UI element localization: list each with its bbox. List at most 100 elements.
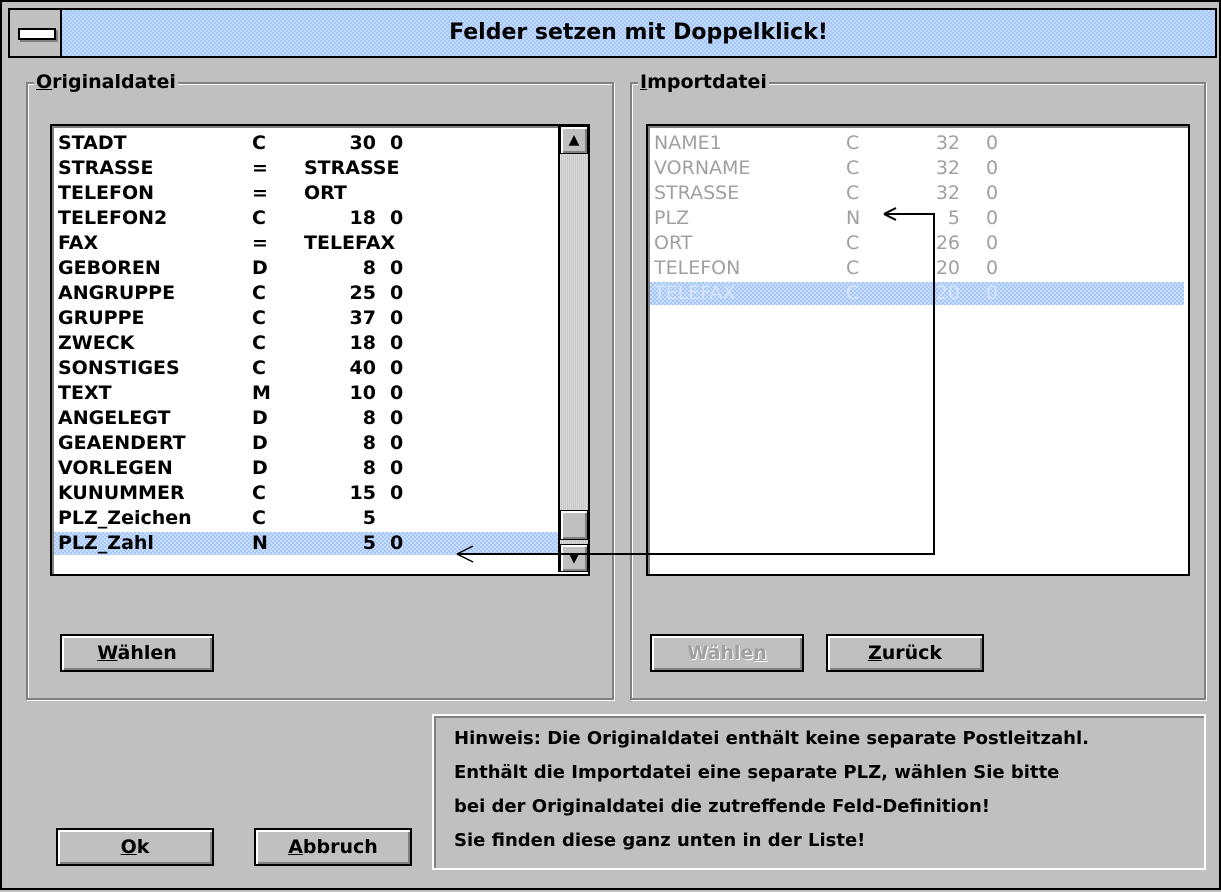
list-item-name: TEXT — [58, 382, 112, 404]
back-button[interactable]: Zurück — [826, 634, 984, 672]
list-item[interactable]: ORT C 26 0 — [650, 232, 1184, 255]
list-item-len: 20 — [935, 282, 960, 304]
list-item-name: TELEFON2 — [58, 207, 168, 229]
list-item-len: 5 — [947, 207, 960, 229]
list-item-name: VORNAME — [654, 157, 751, 179]
cancel-button[interactable]: Abbruch — [254, 828, 412, 866]
list-item-type: C — [846, 232, 860, 254]
left-scrollbar[interactable]: ▲ ▼ — [558, 126, 588, 572]
originaldatei-listbox[interactable]: ▲ ▼ STADT C 30 0 STRASSE = STRASSE TELEFON = ORT T… — [50, 124, 590, 576]
list-item-dec: 0 — [390, 207, 404, 229]
list-item-len: 32 — [935, 157, 960, 179]
right-choose-button[interactable]: Wählen — [650, 634, 804, 672]
title-bar: Felder setzen mit Doppelklick! — [8, 8, 1217, 58]
hint-line: Sie finden diese ganz unten in der Liste… — [454, 830, 866, 851]
list-item-dec: 0 — [390, 132, 404, 154]
hint-line: bei der Originaldatei die zutreffende Fe… — [454, 796, 990, 817]
list-item[interactable]: ZWECK C 18 0 — [54, 332, 558, 355]
list-item-name: ORT — [654, 232, 693, 254]
importdatei-listbox[interactable]: NAME1 C 32 0 VORNAME C 32 0 STRASSE C 32 0 PLZ N 5 0 ORT… — [646, 124, 1190, 576]
list-item[interactable]: PLZ N 5 0 — [650, 207, 1184, 230]
list-item[interactable]: STRASSE C 32 0 — [650, 182, 1184, 205]
list-item-name: PLZ_Zahl — [58, 532, 154, 554]
list-item-len: 8 — [362, 457, 376, 479]
list-item[interactable]: ANGELEGT D 8 0 — [54, 407, 558, 430]
list-item-len: 5 — [362, 507, 376, 529]
list-item-type: C — [252, 207, 266, 229]
list-item-len: 8 — [362, 257, 376, 279]
list-item-type: C — [252, 507, 266, 529]
list-item[interactable]: NAME1 C 32 0 — [650, 132, 1184, 155]
left-choose-button[interactable]: Wählen — [60, 634, 214, 672]
list-item-name: PLZ — [654, 207, 690, 229]
list-item-dec: 0 — [390, 282, 404, 304]
scroll-up-arrow-icon[interactable]: ▲ — [560, 126, 588, 154]
list-item[interactable]: TEXT M 10 0 — [54, 382, 558, 405]
list-item-len: 32 — [935, 132, 960, 154]
list-item-dec: 0 — [390, 307, 404, 329]
list-item[interactable]: GEBOREN D 8 0 — [54, 257, 558, 280]
list-item-name: STRASSE — [654, 182, 740, 204]
list-item[interactable]: STRASSE = STRASSE — [54, 157, 558, 180]
list-item-name: TELEFAX — [654, 282, 736, 304]
importdatei-label: Importdatei — [638, 71, 769, 93]
list-item-name: KUNUMMER — [58, 482, 185, 504]
list-item[interactable]: GEAENDERT D 8 0 — [54, 432, 558, 455]
list-item-len: TELEFAX — [304, 232, 396, 254]
list-item-len: 8 — [362, 407, 376, 429]
list-item[interactable]: SONSTIGES C 40 0 — [54, 357, 558, 380]
list-item-type: C — [252, 357, 266, 379]
list-item-name: TELEFON — [58, 182, 155, 204]
list-item-type: C — [846, 257, 860, 279]
list-item-dec: 0 — [390, 457, 404, 479]
list-item-len: STRASSE — [304, 157, 400, 179]
dialog-window: Felder setzen mit Doppelklick! Originald… — [0, 0, 1221, 890]
list-item-type: C — [846, 282, 860, 304]
list-item-len: 15 — [349, 482, 376, 504]
list-item-dec: 0 — [390, 257, 404, 279]
list-item-name: STADT — [58, 132, 127, 154]
list-item-name: TELEFON — [654, 257, 741, 279]
list-item-dec: 0 — [986, 157, 999, 179]
list-item[interactable]: FAX = TELEFAX — [54, 232, 558, 255]
system-menu-icon[interactable] — [10, 10, 62, 56]
window-title: Felder setzen mit Doppelklick! — [449, 20, 828, 45]
scrollbar-thumb[interactable] — [560, 510, 588, 540]
list-item[interactable]: VORNAME C 32 0 — [650, 157, 1184, 180]
list-item[interactable]: PLZ_Zeichen C 5 — [54, 507, 558, 530]
list-item[interactable]: VORLEGEN D 8 0 — [54, 457, 558, 480]
list-item[interactable]: TELEFAX C 20 0 — [650, 282, 1184, 305]
list-item-type: = — [252, 232, 268, 254]
ok-button[interactable]: Ok — [56, 828, 214, 866]
list-item-name: SONSTIGES — [58, 357, 180, 379]
list-item-len: 5 — [362, 532, 376, 554]
list-item[interactable]: STADT C 30 0 — [54, 132, 558, 155]
list-item-name: ANGRUPPE — [58, 282, 176, 304]
list-item-name: GEBOREN — [58, 257, 161, 279]
list-item[interactable]: PLZ_Zahl N 5 0 — [54, 532, 558, 555]
list-item-len: 18 — [349, 207, 376, 229]
list-item[interactable]: GRUPPE C 37 0 — [54, 307, 558, 330]
list-item-len: 30 — [349, 132, 376, 154]
list-item[interactable]: TELEFON = ORT — [54, 182, 558, 205]
list-item-type: D — [252, 432, 268, 454]
scroll-down-arrow-icon[interactable]: ▼ — [560, 544, 588, 572]
list-item-len: 25 — [349, 282, 376, 304]
list-item[interactable]: TELEFON2 C 18 0 — [54, 207, 558, 230]
list-item[interactable]: TELEFON C 20 0 — [650, 257, 1184, 280]
list-item-dec: 0 — [986, 282, 999, 304]
list-item-dec: 0 — [390, 432, 404, 454]
list-item-dec: 0 — [986, 132, 999, 154]
list-item[interactable]: ANGRUPPE C 25 0 — [54, 282, 558, 305]
list-item-name: GRUPPE — [58, 307, 145, 329]
list-item-len: 37 — [349, 307, 376, 329]
list-item-name: STRASSE — [58, 157, 154, 179]
list-item[interactable]: KUNUMMER C 15 0 — [54, 482, 558, 505]
list-item-name: VORLEGEN — [58, 457, 173, 479]
list-item-name: ZWECK — [58, 332, 135, 354]
list-item-dec: 0 — [390, 482, 404, 504]
list-item-dec: 0 — [390, 407, 404, 429]
list-item-len: 40 — [349, 357, 376, 379]
list-item-type: N — [846, 207, 861, 229]
list-item-type: C — [252, 482, 266, 504]
